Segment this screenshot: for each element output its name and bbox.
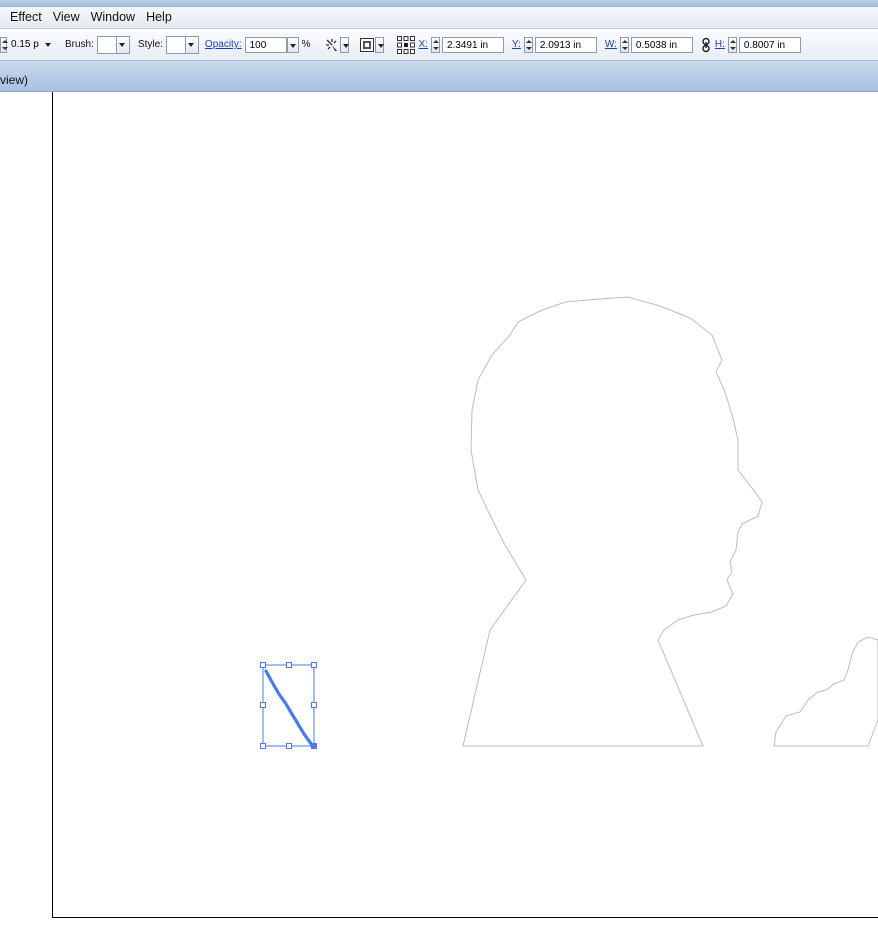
artwork-layer	[260, 296, 878, 749]
selected-path-object[interactable]	[260, 662, 317, 749]
selected-line-path[interactable]	[264, 669, 314, 747]
second-silhouette-outline[interactable]	[773, 636, 878, 747]
head-silhouette-outline[interactable]	[462, 296, 763, 747]
